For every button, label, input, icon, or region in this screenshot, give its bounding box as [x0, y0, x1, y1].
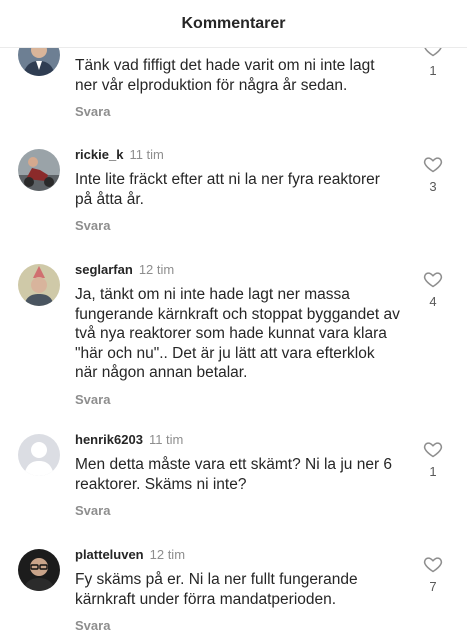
- comment-text: Men detta måste vara ett skämt? Ni la ju…: [75, 456, 393, 493]
- reply-button[interactable]: Svara: [75, 503, 110, 518]
- like-button[interactable]: 7: [420, 554, 446, 594]
- avatar[interactable]: [18, 149, 60, 191]
- reply-button[interactable]: Svara: [75, 218, 110, 233]
- comment-text: Tänk vad fiffigt det hade varit om ni in…: [75, 57, 375, 94]
- like-button[interactable]: 3: [420, 154, 446, 194]
- avatar[interactable]: [18, 549, 60, 591]
- reply-button[interactable]: Svara: [75, 618, 110, 633]
- comment-timestamp: 11 tim: [129, 147, 164, 162]
- like-count: 1: [429, 63, 437, 78]
- comment-timestamp: 11 tim: [148, 432, 184, 447]
- avatar[interactable]: [18, 434, 60, 476]
- like-button[interactable]: 1: [420, 439, 446, 479]
- comment-text: Fy skäms på er. Ni la ner fullt fungeran…: [75, 571, 358, 608]
- comments-list: Tänk vad fiffigt det hade varit om ni in…: [0, 0, 467, 640]
- comment-username[interactable]: seglarfan: [75, 262, 133, 277]
- heart-outline-icon: [423, 272, 443, 288]
- like-count: 1: [429, 464, 437, 479]
- like-count: 3: [429, 179, 437, 194]
- reply-button[interactable]: Svara: [75, 104, 110, 119]
- page-title: Kommentarer: [181, 14, 286, 32]
- comment-username[interactable]: henrik6203: [75, 432, 143, 447]
- comment-text: Inte lite fräckt efter att ni la ner fyr…: [75, 171, 380, 208]
- like-button[interactable]: 4: [420, 269, 446, 309]
- like-count: 4: [429, 294, 437, 309]
- comment-username[interactable]: rickie_k: [75, 147, 123, 162]
- comment-text: Ja, tänkt om ni inte hade lagt ner massa…: [75, 286, 400, 381]
- heart-outline-icon: [423, 442, 443, 458]
- like-count: 7: [429, 579, 437, 594]
- comment-timestamp: 12 tim: [138, 262, 175, 277]
- comment-timestamp: 12 tim: [149, 547, 186, 562]
- reply-button[interactable]: Svara: [75, 392, 110, 407]
- header: Kommentarer: [0, 0, 467, 48]
- comment-username[interactable]: platteluven: [75, 547, 144, 562]
- heart-outline-icon: [423, 157, 443, 173]
- heart-outline-icon: [423, 557, 443, 573]
- avatar[interactable]: [18, 264, 60, 306]
